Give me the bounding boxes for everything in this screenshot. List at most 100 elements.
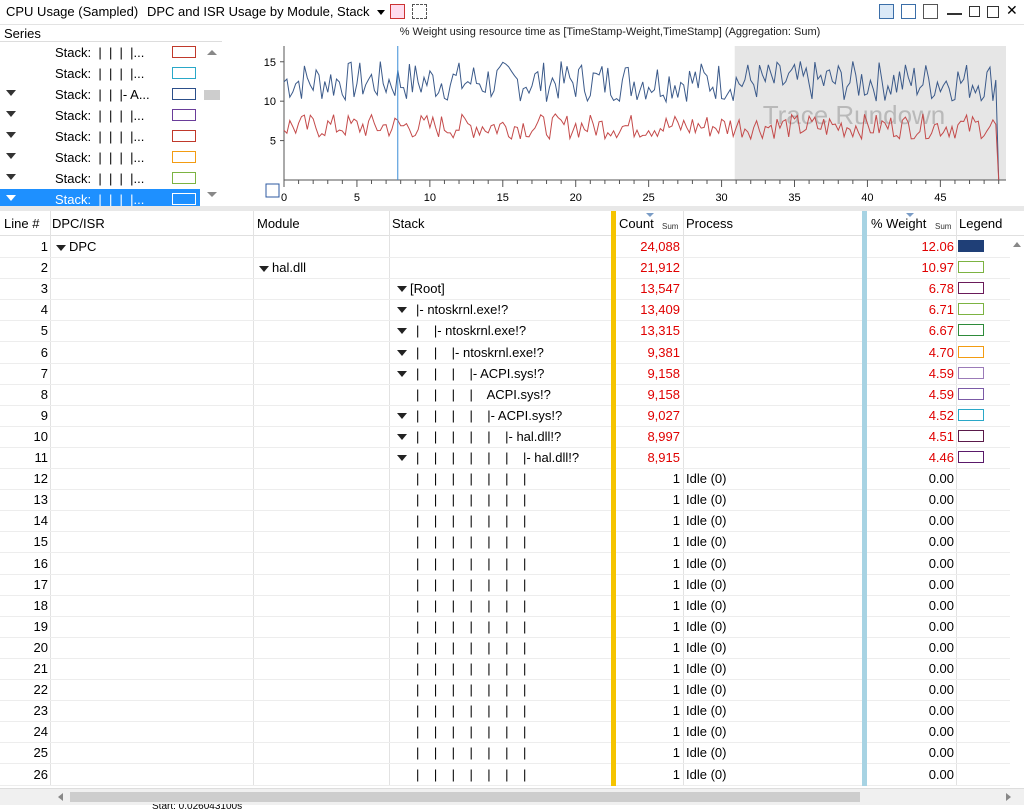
table-row[interactable]: 10 | | | | | |- hal.dll!? 8,997 4.51: [0, 426, 1010, 448]
table-row[interactable]: 16 | | | | | | | 1 Idle (0) 0.00: [0, 553, 1010, 575]
legend-swatch[interactable]: [958, 303, 984, 316]
table-row[interactable]: 9 | | | | |- ACPI.sys!? 9,027 4.52: [0, 405, 1010, 427]
stack-cell[interactable]: | | | | | | |: [416, 598, 526, 613]
series-item[interactable]: Stack: | | | |...: [0, 42, 200, 63]
table-row[interactable]: 7 | | | |- ACPI.sys!? 9,158 4.59: [0, 363, 1010, 385]
series-color-swatch[interactable]: [172, 88, 196, 100]
series-item[interactable]: Stack: | | | |...: [0, 189, 200, 206]
process-cell[interactable]: Idle (0): [686, 534, 726, 549]
scroll-up-icon[interactable]: [207, 50, 217, 55]
table-row[interactable]: 6 | | |- ntoskrnl.exe!? 9,381 4.70: [0, 342, 1010, 364]
series-item[interactable]: Stack: | | | |...: [0, 126, 200, 147]
legend-swatch[interactable]: [958, 451, 984, 463]
table-vertical-scrollbar[interactable]: [1010, 236, 1024, 786]
table-row[interactable]: 12 | | | | | | | 1 Idle (0) 0.00: [0, 468, 1010, 491]
table-row[interactable]: 19 | | | | | | | 1 Idle (0) 0.00: [0, 616, 1010, 638]
view-preset-dropdown[interactable]: DPC and ISR Usage by Module, Stack: [147, 4, 386, 19]
table-row[interactable]: 22 | | | | | | | 1 Idle (0) 0.00: [0, 679, 1010, 702]
expand-triangle-icon[interactable]: [397, 433, 407, 440]
legend-swatch[interactable]: [958, 261, 984, 274]
process-cell[interactable]: Idle (0): [686, 492, 726, 507]
minimize-icon[interactable]: [947, 4, 962, 15]
grouping-divider-bar[interactable]: [611, 211, 616, 786]
expand-triangle-icon[interactable]: [6, 90, 16, 96]
expand-triangle-icon[interactable]: [56, 244, 66, 251]
series-color-swatch[interactable]: [172, 130, 196, 142]
table-title[interactable]: CPU Usage (Sampled): [6, 4, 138, 19]
expand-triangle-icon[interactable]: [397, 412, 407, 419]
stack-cell[interactable]: | | | |- ACPI.sys!?: [416, 366, 544, 381]
series-item[interactable]: Stack: | | | |...: [0, 168, 200, 189]
table-row[interactable]: 2 hal.dll 21,912 10.97: [0, 257, 1010, 280]
stack-cell[interactable]: | | | | ACPI.sys!?: [416, 387, 551, 402]
stack-cell[interactable]: | | | | | | |: [416, 745, 526, 760]
process-cell[interactable]: Idle (0): [686, 724, 726, 739]
close-icon[interactable]: ✕: [1006, 3, 1021, 18]
table-row[interactable]: 15 | | | | | | | 1 Idle (0) 0.00: [0, 531, 1010, 554]
table-horizontal-scrollbar[interactable]: [0, 788, 1024, 805]
scroll-right-icon[interactable]: [1006, 793, 1011, 801]
stack-cell[interactable]: | | | | | | |: [416, 767, 526, 782]
stack-cell[interactable]: | | | | |- ACPI.sys!?: [416, 408, 562, 423]
col-header-legend[interactable]: Legend: [959, 216, 1002, 231]
zoom-fit-icon[interactable]: [265, 183, 280, 198]
process-cell[interactable]: Idle (0): [686, 640, 726, 655]
series-color-swatch[interactable]: [172, 109, 196, 121]
table-row[interactable]: 14 | | | | | | | 1 Idle (0) 0.00: [0, 510, 1010, 533]
expand-triangle-icon[interactable]: [397, 328, 407, 335]
stack-cell[interactable]: | | | | | | |: [416, 724, 526, 739]
legend-swatch[interactable]: [958, 324, 984, 337]
expand-triangle-icon[interactable]: [6, 195, 16, 201]
expand-triangle-icon[interactable]: [397, 455, 407, 461]
series-item[interactable]: Stack: | | |- A...: [0, 84, 200, 105]
graph-divider-bar[interactable]: [862, 211, 867, 786]
table-row[interactable]: 18 | | | | | | | 1 Idle (0) 0.00: [0, 595, 1010, 617]
expand-triangle-icon[interactable]: [397, 349, 407, 356]
dpc-cell[interactable]: DPC: [56, 239, 96, 254]
horizontal-scroll-thumb[interactable]: [70, 792, 860, 802]
stack-cell[interactable]: | | | | | | |: [416, 471, 526, 486]
table-row[interactable]: 17 | | | | | | | 1 Idle (0) 0.00: [0, 574, 1010, 596]
table-row[interactable]: 25 | | | | | | | 1 Idle (0) 0.00: [0, 742, 1010, 765]
series-color-swatch[interactable]: [172, 151, 196, 163]
legend-swatch[interactable]: [958, 345, 984, 358]
table-row[interactable]: 13 | | | | | | | 1 Idle (0) 0.00: [0, 489, 1010, 512]
stack-cell[interactable]: | | | | | | |: [416, 703, 526, 718]
expand-triangle-icon[interactable]: [397, 286, 407, 293]
expand-triangle-icon[interactable]: [6, 153, 16, 159]
stack-cell[interactable]: | | | | | | |: [416, 619, 526, 634]
cpu-usage-chart[interactable]: Trace Rundown510150 5 10 15 20 25 30 35 40 45: [230, 38, 1024, 208]
series-scroll-thumb[interactable]: [204, 90, 220, 100]
col-header-weight[interactable]: % Weight: [871, 216, 926, 231]
table-only-icon[interactable]: [923, 4, 938, 19]
process-cell[interactable]: Idle (0): [686, 619, 726, 634]
chart-and-table-icon[interactable]: [879, 4, 894, 19]
col-header-stack[interactable]: Stack: [392, 216, 425, 231]
stack-cell[interactable]: |- ntoskrnl.exe!?: [416, 302, 508, 317]
series-scrollbar[interactable]: [202, 42, 222, 206]
process-cell[interactable]: Idle (0): [686, 703, 726, 718]
table-row[interactable]: 3 [Root] 13,547 6.78: [0, 278, 1010, 301]
process-cell[interactable]: Idle (0): [686, 577, 726, 592]
stack-cell[interactable]: | | | | | | |: [416, 492, 526, 507]
legend-swatch[interactable]: [958, 240, 984, 252]
legend-swatch[interactable]: [958, 387, 984, 400]
expand-triangle-icon[interactable]: [6, 174, 16, 180]
maximize-icon[interactable]: [987, 6, 999, 18]
table-row[interactable]: 1 DPC 24,088 12.06: [0, 236, 1010, 258]
table-row[interactable]: 11 | | | | | | |- hal.dll!? 8,915 4.46: [0, 447, 1010, 469]
stack-cell[interactable]: | | | | | | |: [416, 556, 526, 571]
stack-cell[interactable]: | | |- ntoskrnl.exe!?: [416, 345, 544, 360]
chart-only-icon[interactable]: [901, 4, 916, 19]
stack-cell[interactable]: | | | | | | |: [416, 513, 526, 528]
series-item[interactable]: Stack: | | | |...: [0, 63, 200, 84]
stack-cell[interactable]: | | | | | | |: [416, 534, 526, 549]
scroll-down-icon[interactable]: [207, 192, 217, 197]
stack-cell[interactable]: | | | | | | |: [416, 682, 526, 697]
process-cell[interactable]: Idle (0): [686, 598, 726, 613]
col-header-line[interactable]: Line #: [4, 216, 39, 231]
view-settings-icon[interactable]: [390, 4, 405, 19]
expand-triangle-icon[interactable]: [397, 307, 407, 314]
series-color-swatch[interactable]: [172, 193, 196, 205]
series-item[interactable]: Stack: | | | |...: [0, 147, 200, 168]
